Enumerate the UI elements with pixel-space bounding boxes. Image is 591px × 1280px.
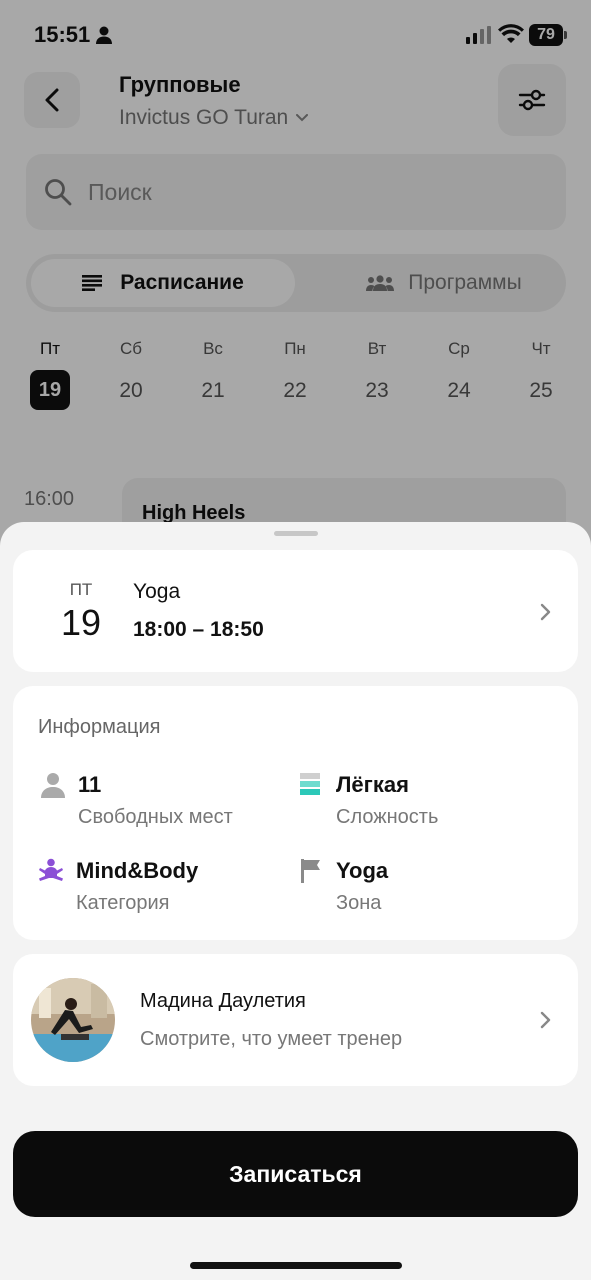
trainer-subtitle: Смотрите, что умеет тренер <box>140 1028 403 1050</box>
info-label: Свободных мест <box>78 806 233 828</box>
class-time: 18:00 – 18:50 <box>133 618 264 641</box>
trainer-name: Мадина Даулетия <box>140 990 306 1012</box>
info-title: Информация <box>38 716 161 738</box>
info-value: Mind&Body <box>76 858 199 883</box>
difficulty-icon <box>300 773 320 795</box>
class-date: 19 <box>60 602 102 643</box>
info-value: Лёгкая <box>336 772 409 797</box>
info-label: Зона <box>336 892 382 914</box>
flag-icon <box>301 859 320 883</box>
info-label: Сложность <box>336 806 439 828</box>
sheet-grabber[interactable] <box>274 531 318 536</box>
trainer-card[interactable]: Мадина Даулетия Смотрите, что умеет трен… <box>13 954 578 1086</box>
book-button[interactable]: Записаться <box>13 1131 578 1217</box>
info-value: Yoga <box>336 858 389 883</box>
meditation-icon <box>39 858 63 881</box>
info-card: Информация 11 Свободных мест Лёгкая Слож… <box>13 686 578 940</box>
class-details-sheet: ПТ 19 Yoga 18:00 – 18:50 Информация 11 С… <box>0 522 591 1280</box>
trainer-avatar <box>31 978 115 1062</box>
class-day-of-week: ПТ <box>69 580 93 599</box>
person-icon <box>41 773 65 798</box>
chevron-right-icon <box>540 603 551 621</box>
class-name: Yoga <box>133 580 181 603</box>
info-label: Категория <box>76 892 170 914</box>
chevron-right-icon <box>540 1011 551 1029</box>
home-indicator[interactable] <box>190 1262 402 1269</box>
class-summary-card[interactable]: ПТ 19 Yoga 18:00 – 18:50 <box>13 550 578 672</box>
info-value: 11 <box>78 772 102 797</box>
